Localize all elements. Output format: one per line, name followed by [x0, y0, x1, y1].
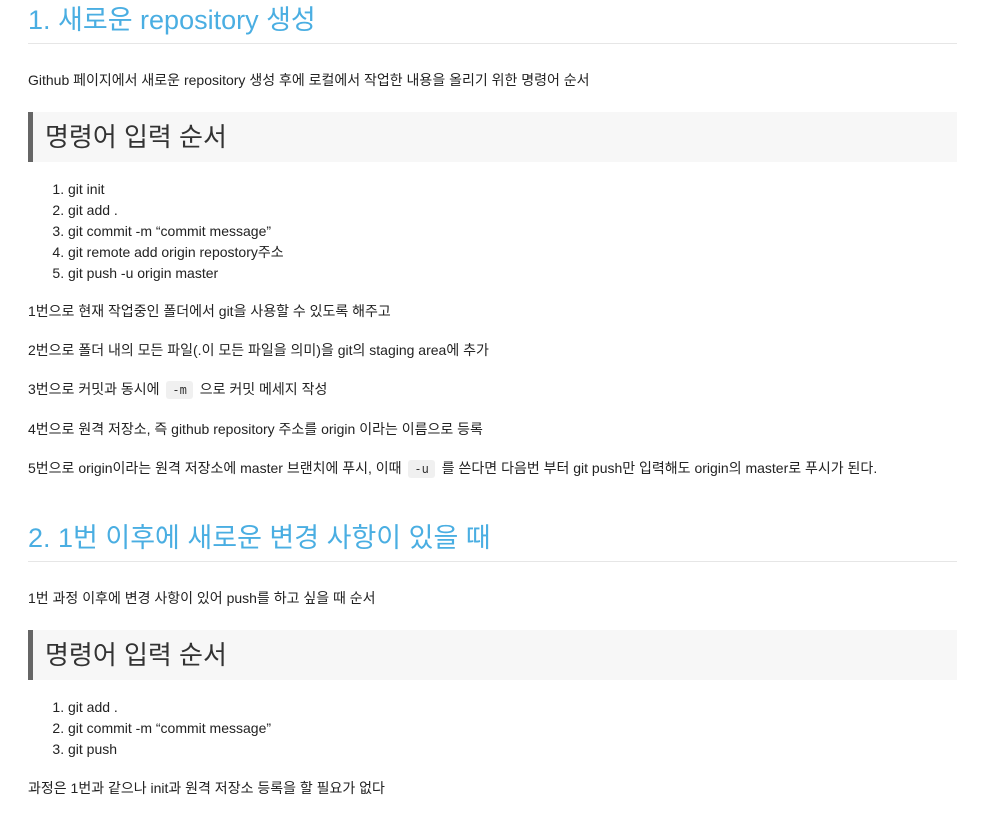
explanation-1: 1번으로 현재 작업중인 폴더에서 git을 사용할 수 있도록 해주고 [28, 303, 391, 319]
list-item: git add . [68, 200, 957, 221]
list-item: git remote add origin repostory주소 [68, 242, 957, 263]
list-item: git init [68, 179, 957, 200]
explanation-5-text: 5번으로 origin이라는 원격 저장소에 master 브랜치에 푸시, 이… [28, 460, 402, 476]
section2-steps-list: git add . git commit -m “commit message”… [28, 697, 957, 760]
section2-subheading-box: 명령어 입력 순서 [28, 630, 957, 680]
section1-steps-list: git init git add . git commit -m “commit… [28, 179, 957, 284]
document-content: 1. 새로운 repository 생성 Github 페이지에서 새로운 re… [0, 0, 985, 798]
section1-subheading-box: 명령어 입력 순서 [28, 112, 957, 162]
list-item: git add . [68, 697, 957, 718]
section1-subheading: 명령어 입력 순서 [45, 122, 227, 152]
section1-intro: Github 페이지에서 새로운 repository 생성 후에 로컬에서 작… [28, 72, 590, 88]
section2-intro: 1번 과정 이후에 변경 사항이 있어 push를 하고 싶을 때 순서 [28, 590, 376, 606]
explanation-5-text-after: 를 쓴다면 다음번 부터 git push만 입력해도 origin의 mast… [441, 460, 878, 476]
list-item: git commit -m “commit message” [68, 718, 957, 739]
list-item: git push [68, 739, 957, 760]
list-item: git commit -m “commit message” [68, 221, 957, 242]
section2-subheading: 명령어 입력 순서 [45, 640, 227, 670]
section2-outro: 과정은 1번과 같으나 init과 원격 저장소 등록을 할 필요가 없다 [28, 780, 385, 796]
explanation-3: 3번으로 커밋과 동시에 -m 으로 커밋 메세지 작성 [28, 379, 957, 400]
section1-heading: 1. 새로운 repository 생성 [28, 0, 957, 44]
inline-code-m: -m [166, 381, 193, 399]
explanation-5: 5번으로 origin이라는 원격 저장소에 master 브랜치에 푸시, 이… [28, 458, 957, 479]
inline-code-u: -u [408, 460, 435, 478]
explanation-3-text: 3번으로 커밋과 동시에 [28, 381, 160, 397]
explanation-3-text-after: 으로 커밋 메세지 작성 [199, 381, 328, 397]
explanation-4: 4번으로 원격 저장소, 즉 github repository 주소를 ori… [28, 421, 483, 437]
list-item: git push -u origin master [68, 263, 957, 284]
section2-heading: 2. 1번 이후에 새로운 변경 사항이 있을 때 [28, 518, 957, 562]
explanation-2: 2번으로 폴더 내의 모든 파일(.이 모든 파일을 의미)을 git의 sta… [28, 342, 489, 358]
